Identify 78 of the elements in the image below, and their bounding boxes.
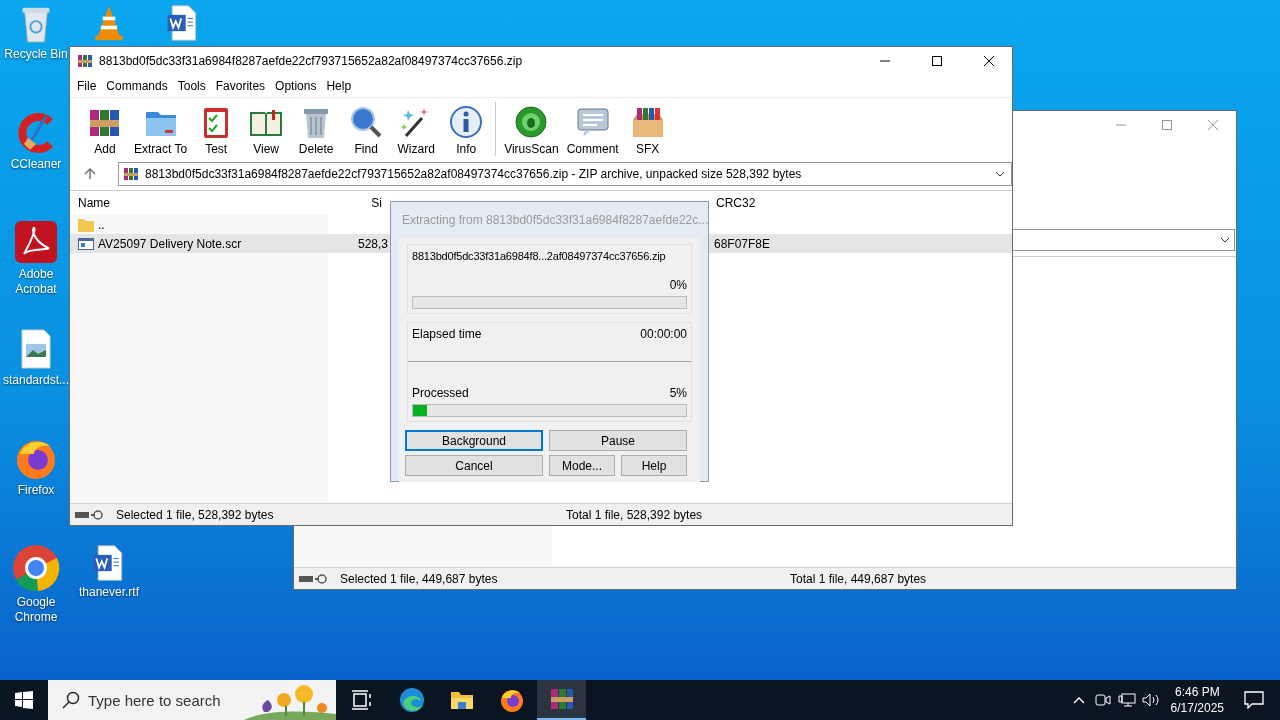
- toolbar-button[interactable]: Delete: [291, 104, 342, 160]
- status-text: Selected 1 file, 528,392 bytes: [116, 507, 275, 522]
- column-header[interactable]: Name: [70, 196, 328, 210]
- maximize-icon: [932, 56, 942, 66]
- close-icon: [984, 56, 994, 66]
- toolbar-button[interactable]: Add: [80, 104, 130, 160]
- notifications-icon[interactable]: [1244, 691, 1264, 709]
- caret-icon[interactable]: [995, 171, 1005, 177]
- minimize-icon: [880, 60, 890, 62]
- dialog-title: Extracting from 8813bd0f5dc33f31a6984f8287aefde22c...: [401, 212, 708, 229]
- menu-item[interactable]: Options: [270, 77, 322, 95]
- crc-value: 68F07F8E: [714, 236, 771, 251]
- file-name: AV25097 Delivery Note.scr: [98, 236, 242, 251]
- percent-text: 0%: [669, 278, 687, 292]
- toolbar-button[interactable]: Extract To: [130, 104, 192, 160]
- close-icon: [1208, 120, 1218, 130]
- flowers-icon: [244, 682, 336, 720]
- file-name: ..: [98, 217, 105, 232]
- status-text: Selected 1 file, 449,687 bytes: [340, 571, 499, 586]
- acrobat-icon[interactable]: [14, 220, 58, 264]
- search-field[interactable]: Type here to search: [88, 685, 248, 715]
- elapsed-time: 00:00:00: [640, 327, 687, 341]
- program-file-icon: [78, 236, 94, 251]
- desktop-icon-label[interactable]: thanever.rtf: [78, 585, 139, 600]
- elapsed-label: Elapsed time: [412, 327, 482, 341]
- processed-label: Processed: [412, 386, 469, 400]
- toolbar-button[interactable]: Find: [341, 104, 392, 160]
- file-size: 528,3: [357, 236, 388, 251]
- menu-item[interactable]: Favorites: [210, 77, 271, 95]
- toolbar-button[interactable]: Wizard: [391, 104, 442, 160]
- menu-item[interactable]: Help: [321, 77, 357, 95]
- network-icon[interactable]: [1117, 692, 1136, 708]
- windows-icon: [15, 691, 33, 709]
- camera-icon[interactable]: [1094, 693, 1111, 707]
- status-text: Total 1 file, 449,687 bytes: [790, 571, 927, 586]
- toolbar-button[interactable]: SFX: [622, 104, 673, 160]
- volume-icon[interactable]: [1141, 692, 1160, 708]
- dialog-button[interactable]: Cancel: [405, 455, 543, 476]
- toolbar-button[interactable]: Info: [441, 104, 492, 160]
- taskbar-app-button[interactable]: [537, 680, 586, 720]
- info-icon: [448, 104, 485, 140]
- search-bar[interactable]: Type here to search: [48, 680, 336, 720]
- edge-icon: [398, 687, 425, 713]
- dialog-button[interactable]: Mode...: [549, 455, 615, 476]
- minimize-icon: [1116, 124, 1126, 126]
- archive-name: 8813bd0f5dc33f31a6984f8...2af08497374cc37656.zip: [412, 249, 666, 262]
- firefox-icon: [498, 687, 525, 713]
- ccleaner-icon[interactable]: [16, 112, 56, 154]
- address-field[interactable]: 8813bd0f5dc33f31a6984f8287aefde22cf793715652a82af08497374cc37656.zip - ZIP archive, unpacked size 528,392 bytes: [118, 162, 1012, 186]
- books-icon: [548, 686, 575, 712]
- clock-date[interactable]: 6/17/2025: [1170, 700, 1224, 716]
- dialog-button[interactable]: Help: [621, 455, 687, 476]
- dialog-button[interactable]: Background: [405, 430, 543, 451]
- column-header[interactable]: Si: [371, 196, 382, 210]
- maximize-icon: [1162, 120, 1172, 130]
- percent-text: 5%: [669, 386, 687, 400]
- menu-item[interactable]: Tools: [172, 77, 211, 95]
- desktop-icon-label[interactable]: Firefox: [17, 483, 55, 498]
- dialog-button[interactable]: Pause: [549, 430, 687, 451]
- books-icon: [77, 53, 93, 69]
- search-icon: [62, 691, 80, 709]
- menu-item[interactable]: Commands: [101, 77, 173, 95]
- chrome-icon[interactable]: [12, 544, 60, 592]
- caret-icon: [1220, 237, 1230, 243]
- toolbar-button[interactable]: Test: [191, 104, 242, 160]
- clock-time[interactable]: 6:46 PM: [1174, 684, 1220, 700]
- toolbar-button[interactable]: View: [241, 104, 292, 160]
- up-arrow-icon[interactable]: [84, 168, 96, 180]
- toolbar-button[interactable]: Comment: [562, 104, 623, 160]
- status-text: Total 1 file, 528,392 bytes: [566, 507, 703, 522]
- menu-item[interactable]: File: [72, 77, 102, 95]
- chevron-up-icon[interactable]: [1072, 696, 1085, 704]
- books-icon: [123, 166, 139, 182]
- toolbar-button[interactable]: VirusScan: [500, 104, 563, 160]
- folder-icon: [78, 217, 94, 232]
- column-header[interactable]: CRC32: [708, 196, 778, 210]
- window-title: 8813bd0f5dc33f31a6984f8287aefde22cf793715652a82af08497374cc37656.zip: [99, 54, 524, 68]
- desktop-icon-label[interactable]: Google Chrome: [3, 595, 69, 625]
